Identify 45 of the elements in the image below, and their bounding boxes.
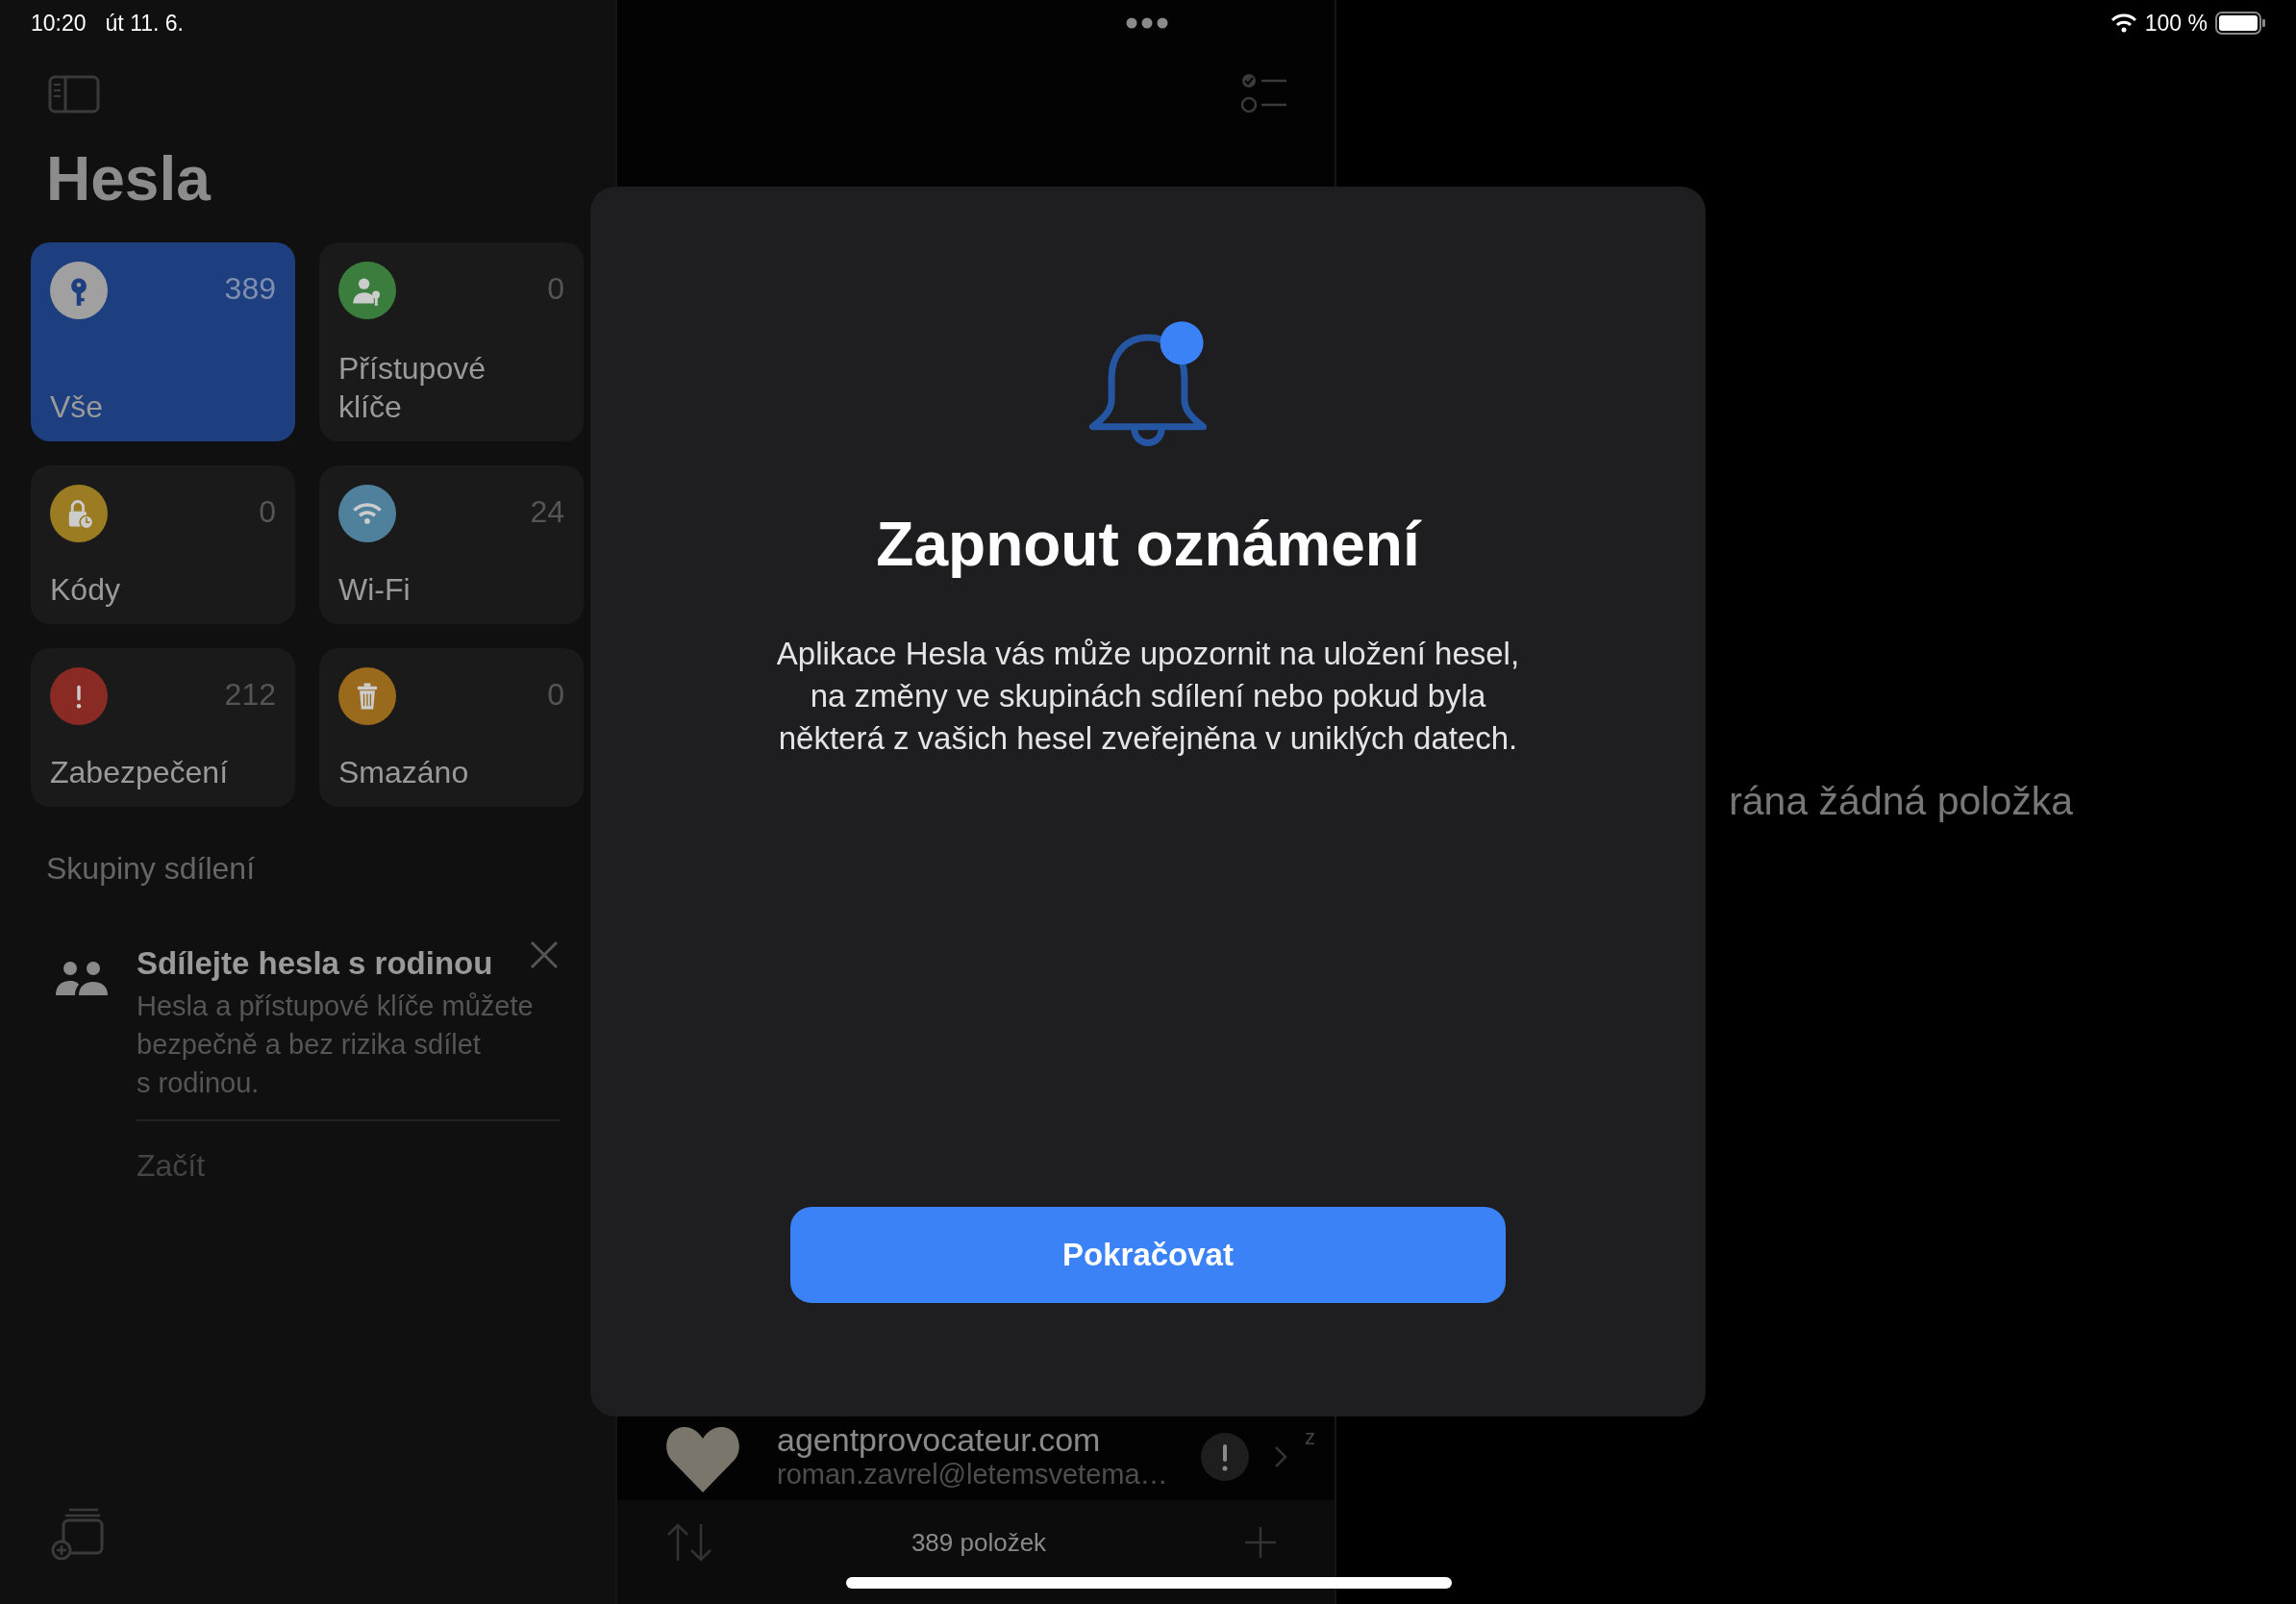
plus-icon[interactable] bbox=[1244, 1526, 1277, 1559]
wifi-icon bbox=[2109, 13, 2137, 33]
share-description: Hesla a přístupové klíče můžete bezpečně a bez rizika sdílet s rodinou. bbox=[137, 990, 535, 1101]
category-tile[interactable]: 0 Kódy bbox=[31, 464, 295, 624]
category-tile[interactable]: 0 Smazáno bbox=[319, 647, 584, 807]
people-icon bbox=[54, 960, 110, 997]
clock: 10:20 bbox=[31, 9, 87, 38]
item-count: 0 bbox=[547, 678, 564, 710]
close-icon[interactable] bbox=[529, 939, 560, 970]
category-tile[interactable]: 24 Wi-Fi bbox=[319, 464, 584, 624]
item-count: 0 bbox=[259, 495, 276, 527]
item-count: 389 bbox=[224, 272, 276, 304]
empty-message: rána žádná položka bbox=[1729, 778, 2073, 826]
row-title: agentprovocateur.com bbox=[777, 1421, 1102, 1459]
dialog-message: Aplikace Hesla vás může upozornit na uložení hesel, na změny ve skupinách sdílení nebo pokud byla některá z vašich hesel zveřejněna v uniklých datech. bbox=[776, 635, 1520, 758]
battery-percent: 100 % bbox=[2144, 9, 2208, 38]
category-label: Kódy bbox=[50, 570, 121, 609]
category-tile[interactable]: 212 Zabezpečení bbox=[31, 647, 295, 807]
warning-icon bbox=[1201, 1433, 1249, 1481]
section-title: Skupiny sdílení bbox=[46, 849, 256, 888]
share-title: Sdílejte hesla s rodinou bbox=[137, 943, 493, 983]
row-subtitle: roman.zavrel@letemsvetema… bbox=[777, 1458, 1169, 1492]
item-total: 389 položek bbox=[911, 1526, 1047, 1559]
item-count: 0 bbox=[547, 272, 564, 304]
continue-button[interactable]: Pokračovat bbox=[790, 1207, 1506, 1303]
category-label: Přístupové klíče bbox=[338, 349, 487, 426]
home-indicator[interactable] bbox=[846, 1577, 1452, 1589]
page-title: Hesla bbox=[46, 143, 212, 215]
item-count: 24 bbox=[530, 495, 564, 527]
item-count: 212 bbox=[224, 678, 276, 710]
battery-icon bbox=[2215, 12, 2265, 35]
category-tile[interactable]: 0 Přístupové klíče bbox=[319, 241, 584, 441]
category-label: Smazáno bbox=[338, 753, 470, 791]
category-label: Zabezpečení bbox=[50, 753, 229, 791]
password-row[interactable]: agentprovocateur.com roman.zavrel@letemsvetema… z bbox=[617, 1414, 1335, 1500]
sort-icon[interactable] bbox=[665, 1522, 713, 1563]
select-list-icon[interactable] bbox=[1240, 72, 1288, 114]
sidebar-icon[interactable] bbox=[48, 75, 100, 113]
chevron-icon bbox=[1274, 1445, 1287, 1468]
category-tile[interactable]: 389 Vše bbox=[31, 241, 295, 441]
category-label: Wi-Fi bbox=[338, 570, 412, 609]
dialog-title: Zapnout oznámení bbox=[876, 509, 1420, 581]
category-label: Vše bbox=[50, 388, 105, 426]
date: út 11. 6. bbox=[105, 9, 184, 38]
more-icon[interactable] bbox=[1125, 17, 1168, 29]
